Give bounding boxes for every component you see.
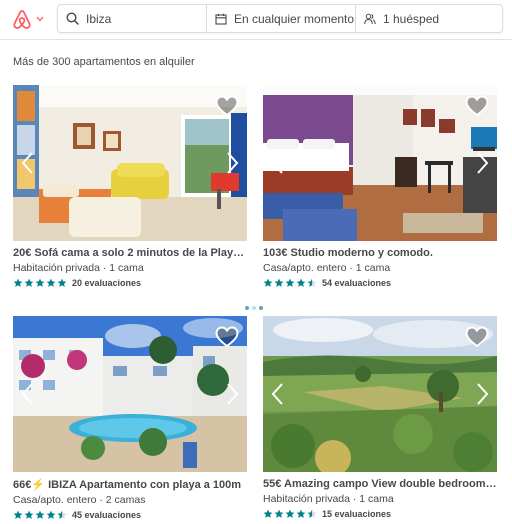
listing-photo-image	[263, 85, 497, 241]
star-icon	[274, 509, 284, 518]
chevron-right-icon[interactable]	[473, 382, 491, 406]
chevron-right-icon[interactable]	[473, 151, 491, 175]
review-count: 15 evaluaciones	[322, 509, 392, 519]
dates-field[interactable]: En cualquier momento	[206, 5, 355, 32]
listing-card[interactable]: 103€ Studio moderno y comodo. Casa/apto.…	[263, 85, 497, 288]
star-icon	[13, 510, 23, 519]
star-icon	[46, 278, 56, 287]
listing-card[interactable]: 20€ Sofá cama a solo 2 minutos de la Pla…	[13, 85, 247, 288]
listing-photo-image	[263, 316, 497, 472]
chevron-left-icon[interactable]	[19, 382, 37, 406]
review-count: 54 evaluaciones	[322, 278, 392, 288]
star-icon	[13, 278, 23, 287]
listing-title[interactable]: 103€ Studio moderno y comodo.	[263, 247, 497, 259]
search-bar: Ibiza En cualquier momento 1 huésped	[57, 4, 503, 33]
heart-icon[interactable]	[465, 95, 489, 117]
guests-icon	[364, 13, 376, 24]
star-icon	[285, 278, 295, 287]
guests-field[interactable]: 1 huésped	[355, 5, 502, 32]
star-half-icon	[307, 278, 317, 287]
carousel-dot[interactable]	[259, 306, 263, 310]
heart-icon[interactable]	[465, 326, 489, 348]
listing-photo[interactable]	[263, 85, 497, 241]
chevron-left-icon[interactable]	[269, 382, 287, 406]
star-half-icon	[57, 510, 67, 519]
airbnb-logo-icon	[13, 9, 31, 29]
review-count: 20 evaluaciones	[72, 278, 142, 288]
star-icon	[57, 278, 67, 287]
carousel-dot[interactable]	[252, 306, 256, 310]
review-count: 45 evaluaciones	[72, 510, 142, 520]
listing-card[interactable]: 66€⚡ IBIZA Apartamento con playa a 100m …	[13, 316, 247, 520]
star-rating	[263, 278, 318, 288]
listing-title[interactable]: 20€ Sofá cama a solo 2 minutos de la Pla…	[13, 247, 247, 259]
star-rating	[263, 509, 318, 519]
star-rating	[13, 278, 68, 288]
listing-title[interactable]: 55€ Amazing campo View double bedroom ne…	[263, 478, 497, 490]
listing-photo[interactable]	[263, 316, 497, 472]
star-icon	[285, 509, 295, 518]
chevron-left-icon[interactable]	[19, 151, 37, 175]
star-icon	[296, 278, 306, 287]
chevron-left-icon[interactable]	[269, 151, 287, 175]
chevron-down-icon	[36, 16, 44, 22]
star-icon	[296, 509, 306, 518]
carousel-dots	[245, 306, 266, 310]
listing-subtitle: Casa/apto. entero · 1 cama	[263, 262, 391, 274]
star-icon	[263, 509, 273, 518]
listing-photo-image	[13, 85, 247, 241]
results-count: Más de 300 apartamentos en alquiler	[13, 56, 195, 68]
listing-title[interactable]: 66€⚡ IBIZA Apartamento con playa a 100m	[13, 478, 247, 491]
location-field[interactable]: Ibiza	[58, 5, 206, 32]
heart-icon[interactable]	[215, 326, 239, 348]
star-icon	[35, 510, 45, 519]
chevron-right-icon[interactable]	[223, 382, 241, 406]
star-half-icon	[307, 509, 317, 518]
star-icon	[263, 278, 273, 287]
dates-value: En cualquier momento	[234, 11, 355, 26]
star-icon	[35, 278, 45, 287]
chevron-right-icon[interactable]	[223, 151, 241, 175]
listing-rating: 15 evaluaciones	[263, 509, 497, 519]
heart-icon[interactable]	[215, 95, 239, 117]
guests-value: 1 huésped	[383, 11, 440, 26]
listing-rating: 54 evaluaciones	[263, 278, 497, 288]
star-icon	[24, 278, 34, 287]
search-icon	[66, 12, 79, 25]
listing-subtitle: Habitación privada · 1 cama	[13, 262, 144, 274]
listing-rating: 20 evaluaciones	[13, 278, 247, 288]
airbnb-logo[interactable]	[12, 8, 52, 30]
listing-rating: 45 evaluaciones	[13, 510, 247, 520]
location-value: Ibiza	[86, 11, 112, 26]
star-icon	[46, 510, 56, 519]
listing-photo-image	[13, 316, 247, 472]
star-icon	[24, 510, 34, 519]
top-bar: Ibiza En cualquier momento 1 huésped	[0, 0, 512, 40]
carousel-dot[interactable]	[245, 306, 249, 310]
listing-photo[interactable]	[13, 316, 247, 472]
listing-subtitle: Casa/apto. entero · 2 camas	[13, 494, 146, 506]
listing-subtitle: Habitación privada · 1 cama	[263, 493, 394, 505]
listing-photo[interactable]	[13, 85, 247, 241]
star-rating	[13, 510, 68, 520]
listing-card[interactable]: 55€ Amazing campo View double bedroom ne…	[263, 316, 497, 519]
calendar-icon	[215, 13, 227, 25]
star-icon	[274, 278, 284, 287]
